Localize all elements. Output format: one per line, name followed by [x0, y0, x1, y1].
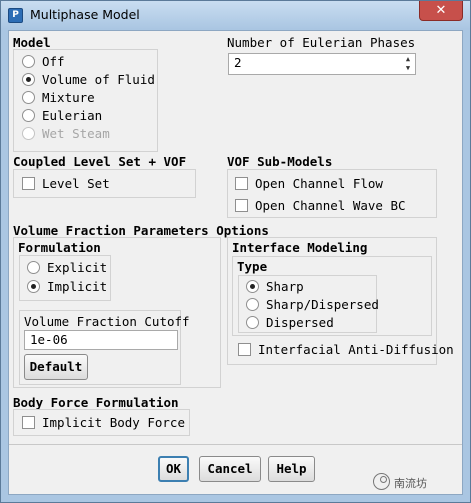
type-dispersed-radio[interactable]	[246, 316, 259, 329]
level-set-checkbox[interactable]	[22, 177, 35, 190]
formulation-implicit-radio[interactable]	[27, 280, 40, 293]
body-force-heading: Body Force Formulation	[13, 395, 179, 410]
model-off-radio[interactable]	[22, 55, 35, 68]
ok-button[interactable]: OK	[158, 456, 189, 482]
vof-submodels-group: Open Channel Flow Open Channel Wave BC	[227, 169, 437, 218]
coupled-level-set-heading: Coupled Level Set + VOF	[13, 154, 187, 169]
button-separator	[9, 444, 462, 445]
interface-modeling-heading: Interface Modeling	[232, 240, 368, 255]
type-options-group: Sharp Sharp/Dispersed Dispersed	[238, 275, 379, 333]
type-group: Type Sharp Sharp/Dispersed Dispersed	[232, 256, 432, 336]
interface-modeling-group: Interface Modeling Type Sharp Sharp/Disp…	[227, 237, 454, 365]
vfp-options-heading: Volume Fraction Parameters Options	[13, 223, 269, 238]
formulation-group: Explicit Implicit	[19, 255, 111, 301]
spin-up-icon[interactable]: ▲	[403, 55, 413, 63]
formulation-explicit-radio[interactable]	[27, 261, 40, 274]
vfp-options-group: Formulation Explicit Implicit Volume Fra…	[13, 237, 221, 388]
coupled-level-set-group: Level Set	[13, 169, 196, 198]
type-sharp-dispersed-radio[interactable]	[246, 298, 259, 311]
implicit-body-force-checkbox[interactable]	[22, 416, 35, 429]
close-button[interactable]: ✕	[419, 1, 463, 21]
dialog-body: Model Off Volume of Fluid Mixture Euleri…	[8, 30, 463, 495]
spin-down-icon[interactable]: ▼	[403, 64, 413, 72]
model-mixture-radio[interactable]	[22, 91, 35, 104]
model-eulerian-radio[interactable]	[22, 109, 35, 122]
multiphase-model-window: P Multiphase Model ✕ Model Off Volume of…	[0, 0, 471, 503]
vof-submodels-heading: VOF Sub-Models	[227, 154, 333, 169]
cutoff-label: Volume Fraction Cutoff	[24, 314, 190, 329]
model-heading: Model	[13, 35, 51, 50]
cancel-button[interactable]: Cancel	[199, 456, 261, 482]
model-wet-steam-radio	[22, 127, 35, 140]
open-channel-flow-checkbox[interactable]	[235, 177, 248, 190]
type-sharp-radio[interactable]	[246, 280, 259, 293]
watermark-text: 南流坊	[394, 477, 427, 490]
cutoff-input[interactable]: 1e-06	[24, 330, 178, 350]
model-group: Off Volume of Fluid Mixture Eulerian Wet…	[13, 49, 158, 152]
body-force-group: Implicit Body Force	[13, 409, 190, 436]
default-button[interactable]: Default	[24, 354, 88, 380]
type-heading: Type	[237, 259, 268, 274]
open-channel-wave-bc-checkbox[interactable]	[235, 199, 248, 212]
formulation-heading: Formulation	[18, 240, 101, 255]
anti-diffusion-checkbox[interactable]	[238, 343, 251, 356]
eulerian-phases-value: 2	[234, 55, 242, 70]
model-vof-radio[interactable]	[22, 73, 35, 86]
cutoff-group: Volume Fraction Cutoff 1e-06 Default	[19, 310, 190, 385]
help-button[interactable]: Help	[268, 456, 315, 482]
eulerian-phases-label: Number of Eulerian Phases	[227, 35, 416, 50]
title-bar[interactable]: P Multiphase Model ✕	[1, 1, 470, 29]
eulerian-phases-spinner[interactable]: 2 ▲ ▼	[228, 53, 416, 75]
watermark-logo-icon	[373, 473, 390, 490]
app-icon: P	[8, 8, 23, 23]
window-title: Multiphase Model	[30, 7, 140, 22]
